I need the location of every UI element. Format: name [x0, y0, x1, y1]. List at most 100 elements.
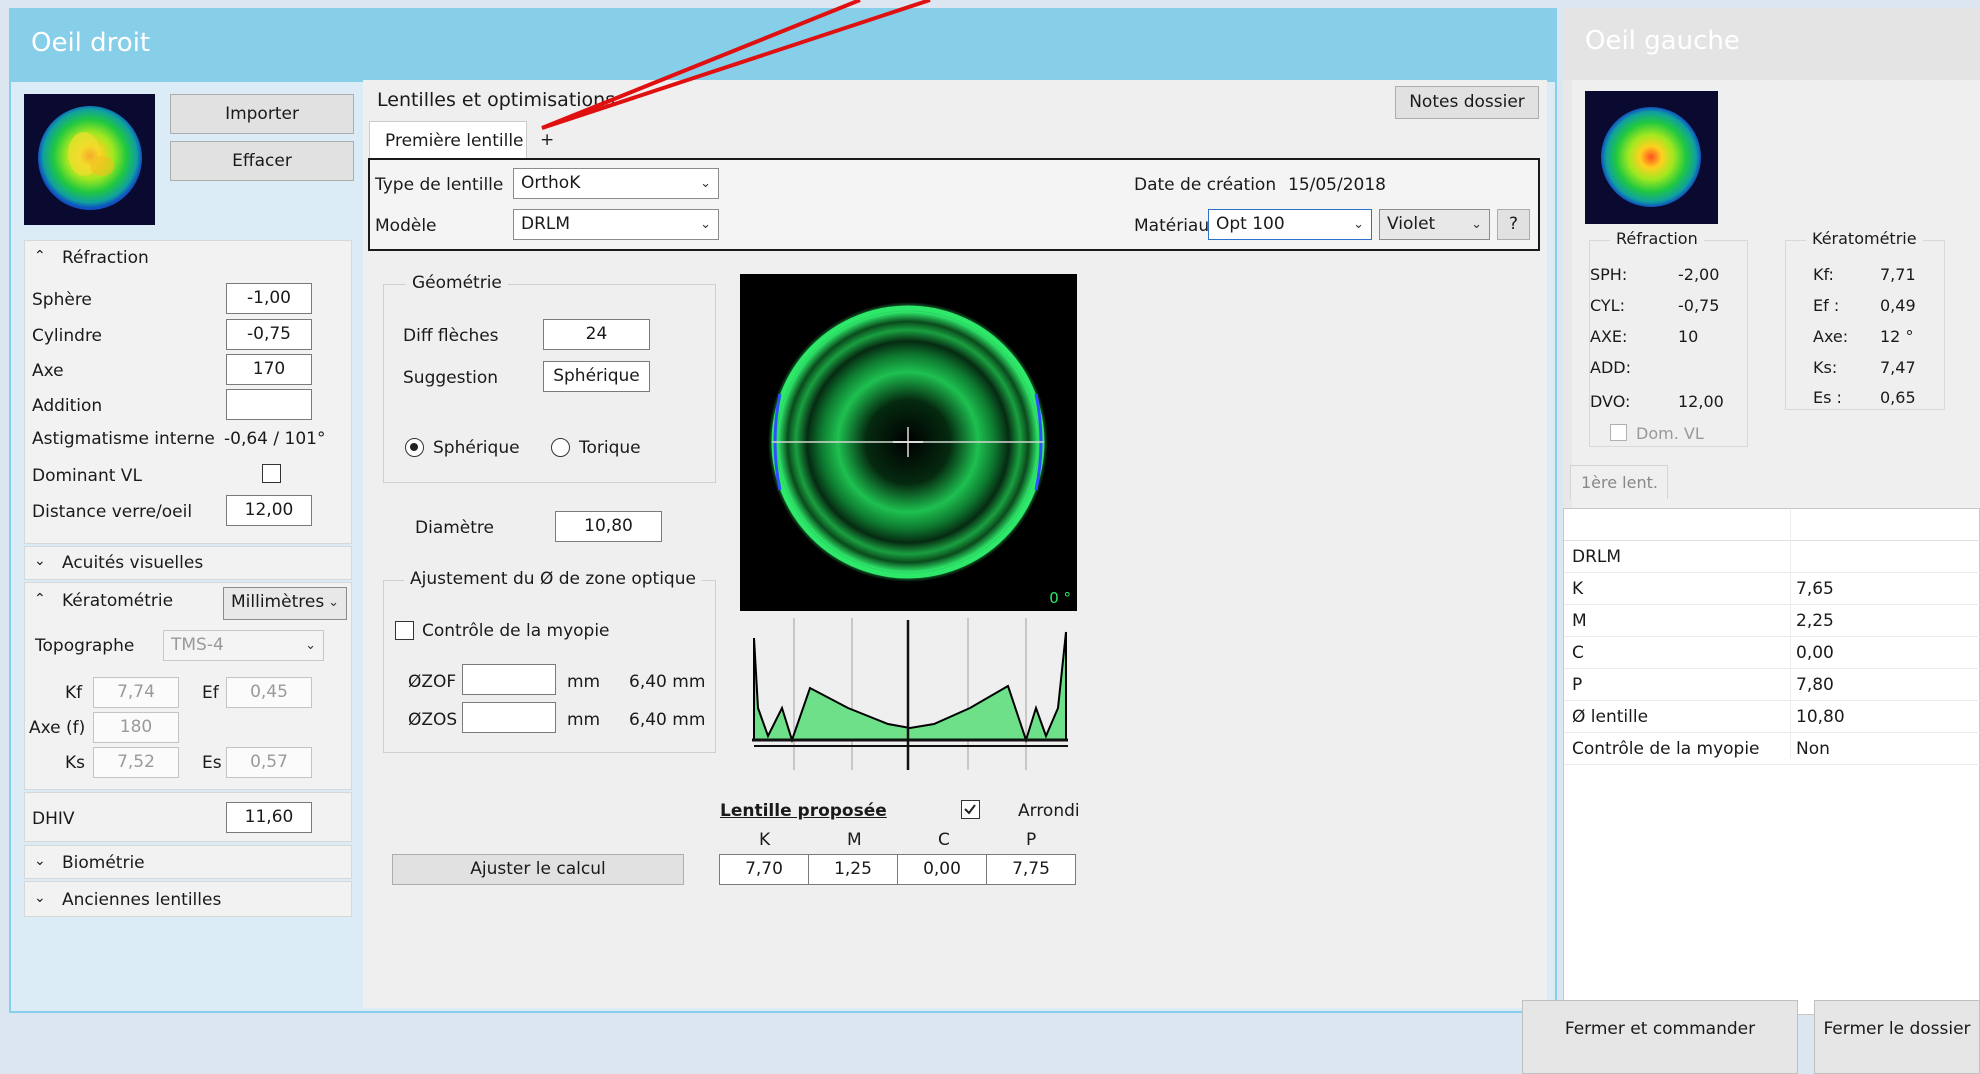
kf-input[interactable]: 7,74	[93, 677, 179, 708]
left-dvo-label: DVO:	[1590, 392, 1631, 411]
sphere-input[interactable]: -1,00	[226, 283, 312, 314]
zof-label: ØZOF	[408, 672, 457, 692]
topographer-select[interactable]: TMS-4 ⌄	[163, 630, 324, 661]
model-label: Modèle	[375, 216, 437, 236]
left-topography-map-image	[1601, 107, 1701, 207]
sphere-label: Sphère	[32, 290, 92, 310]
topographer-value: TMS-4	[171, 635, 224, 655]
ks-label: Ks	[65, 753, 86, 773]
chevron-down-icon: ⌄	[1471, 217, 1482, 232]
addition-input[interactable]	[226, 389, 312, 420]
left-tab-first-lens[interactable]: 1ère lent.	[1570, 465, 1668, 499]
acuity-header[interactable]: Acuités visuelles	[62, 553, 203, 573]
left-ef-value: 0,49	[1880, 296, 1916, 315]
left-sph-value: -2,00	[1678, 265, 1720, 284]
help-button[interactable]: ?	[1497, 209, 1530, 240]
chevron-down-icon: ⌄	[328, 595, 339, 610]
table-row[interactable]: Ø lentille 10,80	[1564, 701, 1980, 733]
axis-input[interactable]: 170	[226, 354, 312, 385]
internal-astigmatism-label: Astigmatisme interne	[32, 429, 215, 449]
acuity-expand-icon[interactable]: ⌄	[34, 553, 46, 569]
vertex-distance-input[interactable]: 12,00	[226, 495, 312, 526]
old-lenses-header[interactable]: Anciennes lentilles	[62, 890, 221, 910]
notes-button[interactable]: Notes dossier	[1395, 86, 1539, 119]
keratometry-unit-select[interactable]: Millimètres ⌄	[223, 587, 347, 620]
es-input[interactable]: 0,57	[226, 747, 312, 778]
left-topography-thumbnail[interactable]	[1585, 91, 1718, 224]
rounded-label[interactable]: Arrondi	[1018, 801, 1080, 821]
table-row[interactable]: M 2,25	[1564, 605, 1980, 637]
tab-first-lens[interactable]: Première lentille	[369, 121, 527, 159]
radio-spherical-label[interactable]: Sphérique	[433, 438, 520, 458]
left-kerato-group: Kératométrie	[1785, 229, 1945, 410]
zof-input[interactable]	[462, 664, 556, 695]
adjust-calculation-button[interactable]: Ajuster le calcul	[392, 854, 684, 885]
addition-label: Addition	[32, 396, 103, 416]
import-button[interactable]: Importer	[170, 94, 354, 134]
table-cell-value: 2,25	[1796, 611, 1834, 631]
lens-type-select[interactable]: OrthoK ⌄	[513, 168, 719, 199]
left-es-value: 0,65	[1880, 388, 1916, 407]
keratometry-header[interactable]: Kératométrie	[62, 591, 173, 611]
table-cell-value: 7,80	[1796, 675, 1834, 695]
dominant-vl-checkbox[interactable]	[262, 464, 281, 483]
keratometry-collapse-icon[interactable]: ⌃	[34, 591, 46, 607]
proposed-k-value[interactable]: 7,70	[719, 854, 809, 885]
table-row[interactable]: P 7,80	[1564, 669, 1980, 701]
radio-toric[interactable]	[551, 438, 570, 457]
dhiv-input[interactable]: 11,60	[226, 802, 312, 833]
proposed-c-value[interactable]: 0,00	[897, 854, 987, 885]
rounded-checkbox[interactable]	[961, 800, 980, 819]
table-row[interactable]: Contrôle de la myopie Non	[1564, 733, 1980, 765]
diameter-input[interactable]: 10,80	[555, 511, 662, 542]
material-select[interactable]: Opt 100 ⌄	[1208, 209, 1372, 240]
refraction-header[interactable]: Réfraction	[62, 248, 149, 268]
biometry-expand-icon[interactable]: ⌄	[34, 853, 46, 869]
proposed-header-m: M	[847, 830, 862, 850]
ef-input[interactable]: 0,45	[226, 677, 312, 708]
axis-f-input[interactable]: 180	[93, 712, 179, 743]
table-row[interactable]: C 0,00	[1564, 637, 1980, 669]
dhiv-label: DHIV	[32, 809, 75, 829]
table-row[interactable]: DRLM	[1564, 541, 1980, 573]
left-add-label: ADD:	[1590, 358, 1631, 377]
vertex-distance-label: Distance verre/oeil	[32, 502, 193, 522]
radio-spherical[interactable]	[405, 438, 424, 457]
lens-type-label: Type de lentille	[375, 175, 504, 195]
radio-toric-label[interactable]: Torique	[579, 438, 641, 458]
ks-input[interactable]: 7,52	[93, 747, 179, 778]
zos-input[interactable]	[462, 702, 556, 733]
close-file-button[interactable]: Fermer le dossier	[1814, 1000, 1980, 1074]
myopia-control-checkbox[interactable]	[395, 621, 414, 640]
left-ks-label: Ks:	[1813, 358, 1838, 377]
annotation-arrow-icon	[541, 0, 931, 130]
left-lens-table-header	[1564, 509, 1980, 541]
refraction-collapse-icon[interactable]: ⌃	[34, 248, 46, 264]
tab-first-lens-label: Première lentille	[385, 131, 524, 151]
proposed-m-value[interactable]: 1,25	[808, 854, 898, 885]
chevron-down-icon: ⌄	[1353, 217, 1364, 232]
proposed-p-value[interactable]: 7,75	[986, 854, 1076, 885]
diff-input[interactable]: 24	[543, 319, 650, 350]
lens-type-value: OrthoK	[521, 173, 581, 193]
left-axe-label: AXE:	[1590, 327, 1628, 346]
left-axe2-value: 12 °	[1880, 327, 1914, 346]
left-eye-header: Oeil gauche	[1563, 8, 1980, 80]
left-sph-label: SPH:	[1590, 265, 1628, 284]
color-select[interactable]: Violet ⌄	[1379, 209, 1490, 240]
proposed-header-p: P	[1026, 830, 1037, 850]
dominant-vl-label: Dominant VL	[32, 466, 142, 486]
clear-button[interactable]: Effacer	[170, 141, 354, 181]
zos-unit: mm	[567, 710, 601, 730]
ef-label: Ef	[202, 683, 219, 703]
tear-film-profile-graph	[752, 618, 1068, 770]
topography-thumbnail[interactable]	[24, 94, 155, 225]
biometry-header[interactable]: Biométrie	[62, 853, 145, 873]
close-and-order-button[interactable]: Fermer et commander	[1522, 1000, 1798, 1074]
cylinder-input[interactable]: -0,75	[226, 319, 312, 350]
old-lenses-expand-icon[interactable]: ⌄	[34, 890, 46, 906]
es-label: Es	[202, 753, 222, 773]
table-row[interactable]: K 7,65	[1564, 573, 1980, 605]
myopia-control-label[interactable]: Contrôle de la myopie	[422, 621, 610, 641]
model-select[interactable]: DRLM ⌄	[513, 209, 719, 240]
